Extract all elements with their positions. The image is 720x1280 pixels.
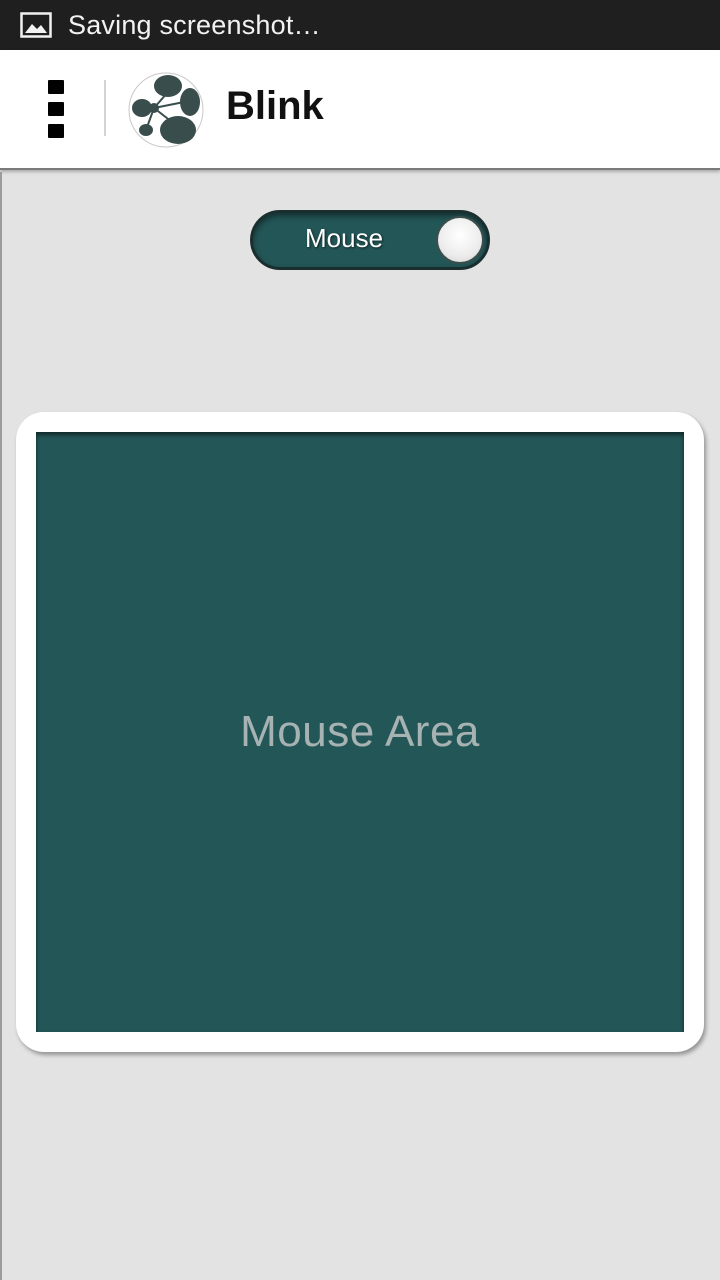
blink-logo-icon[interactable] [128,72,204,148]
toggle-knob[interactable] [436,216,484,264]
mouse-area-touchpad[interactable]: Mouse Area [36,432,684,1032]
mouse-area-label: Mouse Area [240,707,480,756]
toggle-label: Mouse [305,223,384,253]
mouse-mode-toggle[interactable]: Mouse [250,210,490,270]
action-bar: Blink [0,50,720,170]
divider [104,80,106,136]
overflow-menu-icon[interactable] [40,78,72,142]
status-notification-text: Saving screenshot… [68,9,321,40]
content-left-border [0,172,2,1280]
image-icon [20,12,52,38]
app-title: Blink [226,84,324,128]
mouse-area-frame: Mouse Area [16,412,704,1052]
status-bar: Saving screenshot… [0,0,720,50]
